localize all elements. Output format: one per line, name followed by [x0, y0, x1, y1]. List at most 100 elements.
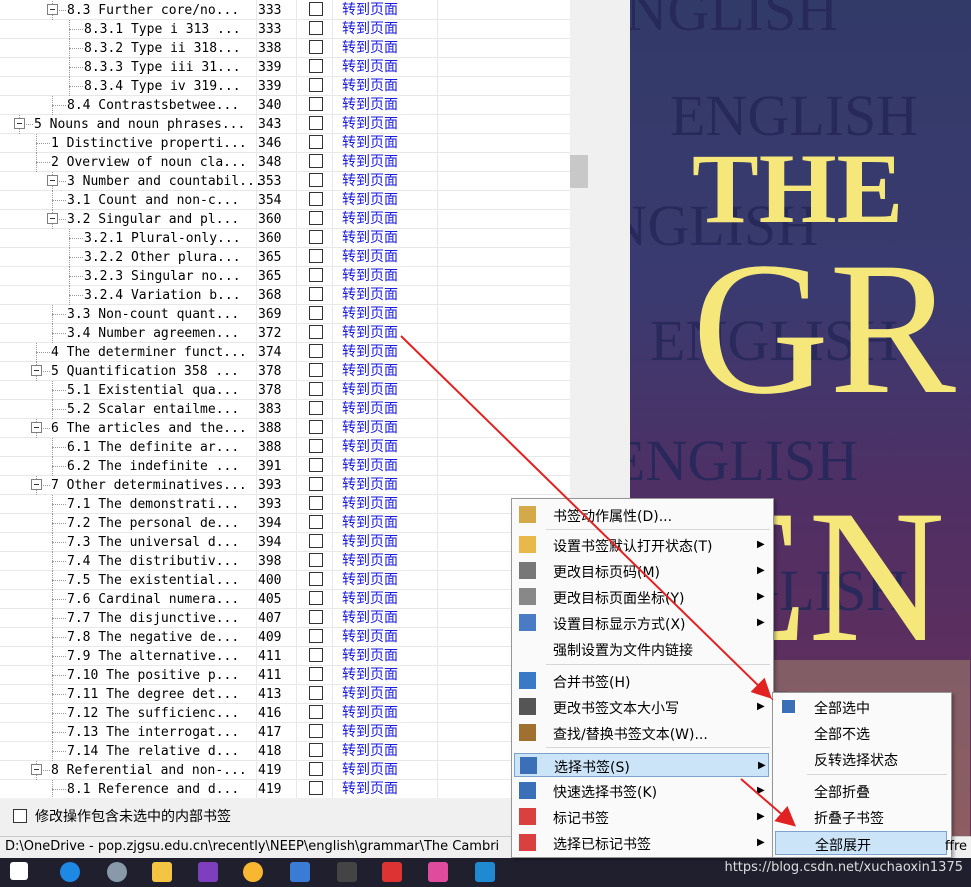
- goto-page-link[interactable]: 转到页面: [342, 780, 398, 798]
- bookmark-title[interactable]: 3.3 Non-count quant...: [67, 306, 239, 323]
- bookmark-checkbox[interactable]: [309, 724, 323, 738]
- tree-row[interactable]: 3.1 Count and non-c... 354 转到页面: [0, 191, 570, 210]
- bookmark-tree[interactable]: 8.3 Further core/no... 333 转到页面 8.3.1 Type …: [0, 0, 590, 798]
- goto-page-link[interactable]: 转到页面: [342, 1, 398, 19]
- bookmark-checkbox[interactable]: [309, 21, 323, 35]
- bookmark-title[interactable]: 8.3.1 Type i 313 ...: [84, 21, 241, 38]
- bookmark-checkbox[interactable]: [309, 382, 323, 396]
- goto-page-link[interactable]: 转到页面: [342, 666, 398, 684]
- tree-row[interactable]: 8 Referential and non-... 419 转到页面: [0, 761, 570, 780]
- bookmark-checkbox[interactable]: [309, 781, 323, 795]
- goto-page-link[interactable]: 转到页面: [342, 210, 398, 228]
- file-explorer-icon[interactable]: [152, 862, 172, 882]
- tree-row[interactable]: 7.12 The sufficienc... 416 转到页面: [0, 704, 570, 723]
- goto-page-link[interactable]: 转到页面: [342, 609, 398, 627]
- context-menu-item[interactable]: 书签动作属性(D)...: [514, 503, 769, 527]
- goto-page-link[interactable]: 转到页面: [342, 723, 398, 741]
- bookmark-checkbox[interactable]: [309, 192, 323, 206]
- submenu-item[interactable]: 折叠子书签: [775, 805, 947, 829]
- goto-page-link[interactable]: 转到页面: [342, 115, 398, 133]
- tree-row[interactable]: 3.4 Number agreemen... 372 转到页面: [0, 324, 570, 343]
- tree-row[interactable]: 8.3.2 Type ii 318... 338 转到页面: [0, 39, 570, 58]
- bookmark-checkbox[interactable]: [309, 591, 323, 605]
- bookmark-title[interactable]: 7.9 The alternative...: [67, 648, 239, 665]
- context-menu-item[interactable]: 更改目标页面坐标(Y) ▶: [514, 585, 769, 609]
- goto-page-link[interactable]: 转到页面: [342, 742, 398, 760]
- context-menu-item[interactable]: 强制设置为文件内链接: [514, 637, 769, 661]
- goto-page-link[interactable]: 转到页面: [342, 400, 398, 418]
- goto-page-link[interactable]: 转到页面: [342, 628, 398, 646]
- context-menu-item[interactable]: 更改目标页码(M) ▶: [514, 559, 769, 583]
- bookmark-title[interactable]: 7.5 The existential...: [67, 572, 239, 589]
- include-unselected-checkbox[interactable]: [13, 809, 27, 823]
- bookmark-checkbox[interactable]: [309, 667, 323, 681]
- bookmark-checkbox[interactable]: [309, 477, 323, 491]
- tree-row[interactable]: 5.2 Scalar entailme... 383 转到页面: [0, 400, 570, 419]
- bookmark-title[interactable]: 8.3.2 Type ii 318...: [84, 40, 241, 57]
- bookmark-checkbox[interactable]: [309, 458, 323, 472]
- tree-row[interactable]: 3.3 Non-count quant... 369 转到页面: [0, 305, 570, 324]
- bookmark-title[interactable]: 3.2.1 Plural-only...: [84, 230, 241, 247]
- tree-row[interactable]: 8.1 Reference and d... 419 转到页面: [0, 780, 570, 798]
- goto-page-link[interactable]: 转到页面: [342, 20, 398, 38]
- context-menu-item[interactable]: 选择已标记书签 ▶: [514, 831, 769, 855]
- bookmark-checkbox[interactable]: [309, 648, 323, 662]
- goto-page-link[interactable]: 转到页面: [342, 343, 398, 361]
- bookmark-title[interactable]: 8.3.4 Type iv 319...: [84, 78, 241, 95]
- app-icon[interactable]: [428, 862, 448, 882]
- tree-row[interactable]: 3.2 Singular and pl... 360 转到页面: [0, 210, 570, 229]
- goto-page-link[interactable]: 转到页面: [342, 647, 398, 665]
- bookmark-checkbox[interactable]: [309, 610, 323, 624]
- tree-row[interactable]: 7.4 The distributiv... 398 转到页面: [0, 552, 570, 571]
- app-icon[interactable]: [290, 862, 310, 882]
- tree-row[interactable]: 7.10 The positive p... 411 转到页面: [0, 666, 570, 685]
- app-icon[interactable]: [243, 862, 263, 882]
- tree-row[interactable]: 7.11 The degree det... 413 转到页面: [0, 685, 570, 704]
- goto-page-link[interactable]: 转到页面: [342, 248, 398, 266]
- bookmark-title[interactable]: 6.2 The indefinite ...: [67, 458, 239, 475]
- tree-row[interactable]: 6.2 The indefinite ... 391 转到页面: [0, 457, 570, 476]
- context-menu-item[interactable]: 标记书签 ▶: [514, 805, 769, 829]
- tree-row[interactable]: 1 Distinctive properti... 346 转到页面: [0, 134, 570, 153]
- context-menu-item[interactable]: 查找/替换书签文本(W)...: [514, 721, 769, 745]
- bookmark-title[interactable]: 8.3.3 Type iii 31...: [84, 59, 241, 76]
- bookmark-title[interactable]: 3.2 Singular and pl...: [67, 211, 239, 228]
- tree-row[interactable]: 4 The determiner funct... 374 转到页面: [0, 343, 570, 362]
- bookmark-checkbox[interactable]: [309, 344, 323, 358]
- tree-row[interactable]: 7.2 The personal de... 394 转到页面: [0, 514, 570, 533]
- bookmark-title[interactable]: 7.11 The degree det...: [67, 686, 239, 703]
- bookmark-checkbox[interactable]: [309, 40, 323, 54]
- bookmark-title[interactable]: 7.1 The demonstrati...: [67, 496, 239, 513]
- bookmark-title[interactable]: 7.10 The positive p...: [67, 667, 239, 684]
- submenu-item[interactable]: 全部选中: [775, 695, 947, 719]
- goto-page-link[interactable]: 转到页面: [342, 514, 398, 532]
- context-menu-item[interactable]: 更改书签文本大小写 ▶: [514, 695, 769, 719]
- bookmark-checkbox[interactable]: [309, 173, 323, 187]
- bookmark-title[interactable]: 3 Number and countabil...: [67, 173, 263, 190]
- bookmark-checkbox[interactable]: [309, 705, 323, 719]
- bookmark-checkbox[interactable]: [309, 78, 323, 92]
- tree-row[interactable]: 3.2.4 Variation b... 368 转到页面: [0, 286, 570, 305]
- goto-page-link[interactable]: 转到页面: [342, 761, 398, 779]
- goto-page-link[interactable]: 转到页面: [342, 590, 398, 608]
- collapse-toggle[interactable]: [47, 175, 58, 186]
- goto-page-link[interactable]: 转到页面: [342, 39, 398, 57]
- tree-row[interactable]: 7.14 The relative d... 418 转到页面: [0, 742, 570, 761]
- goto-page-link[interactable]: 转到页面: [342, 704, 398, 722]
- collapse-toggle[interactable]: [14, 118, 25, 129]
- collapse-toggle[interactable]: [31, 422, 42, 433]
- submenu-item[interactable]: 全部不选: [775, 721, 947, 745]
- bookmark-title[interactable]: 2 Overview of noun cla...: [51, 154, 247, 171]
- context-menu-item[interactable]: 合并书签(H): [514, 669, 769, 693]
- bookmark-checkbox[interactable]: [309, 572, 323, 586]
- context-menu-item[interactable]: 选择书签(S) ▶: [514, 753, 769, 777]
- tree-row[interactable]: 7.13 The interrogat... 417 转到页面: [0, 723, 570, 742]
- app-icon[interactable]: [107, 862, 127, 882]
- bookmark-title[interactable]: 8.3 Further core/no...: [67, 2, 239, 19]
- tree-row[interactable]: 7.5 The existential... 400 转到页面: [0, 571, 570, 590]
- scroll-thumb[interactable]: [570, 155, 588, 188]
- goto-page-link[interactable]: 转到页面: [342, 58, 398, 76]
- tree-row[interactable]: 7.3 The universal d... 394 转到页面: [0, 533, 570, 552]
- goto-page-link[interactable]: 转到页面: [342, 134, 398, 152]
- goto-page-link[interactable]: 转到页面: [342, 96, 398, 114]
